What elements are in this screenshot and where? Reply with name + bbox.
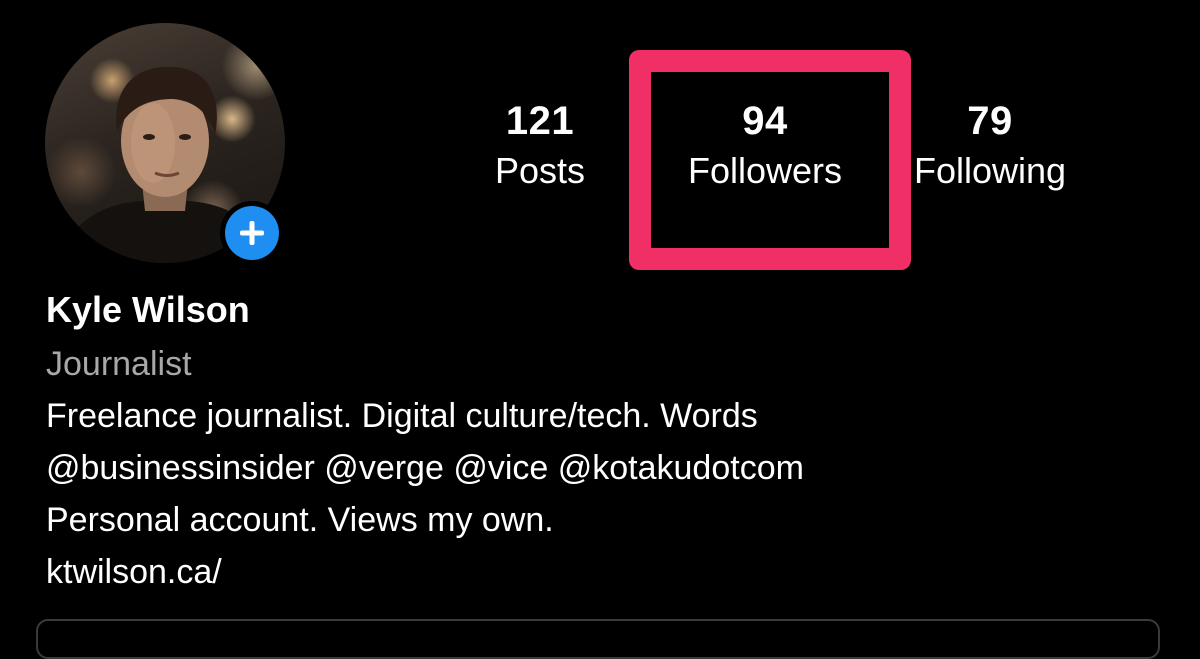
profile-bio: Freelance journalist. Digital culture/te… (46, 390, 1166, 598)
followers-label: Followers (687, 150, 843, 191)
followers-count: 94 (742, 99, 788, 143)
bio-line: Freelance journalist. Digital culture/te… (46, 397, 758, 435)
following-stat[interactable]: 79 Following (900, 98, 1080, 198)
posts-label: Posts (494, 150, 586, 191)
plus-icon (225, 206, 279, 260)
bio-line-mentions[interactable]: @businessinsider @verge @vice @kotakudot… (46, 442, 1166, 494)
following-label: Following (913, 150, 1067, 191)
followers-stat[interactable]: 94 Followers (665, 98, 865, 198)
add-story-button[interactable] (220, 201, 284, 265)
following-count: 79 (967, 99, 1013, 143)
profile-name: Kyle Wilson (46, 289, 250, 330)
edit-profile-button[interactable] (36, 619, 1160, 659)
website-link[interactable]: ktwilson.ca/ (46, 546, 1166, 598)
posts-stat[interactable]: 121 Posts (480, 98, 600, 198)
bio-line: Personal account. Views my own. (46, 501, 554, 539)
posts-count: 121 (505, 99, 575, 143)
profile-category: Journalist (46, 345, 192, 383)
